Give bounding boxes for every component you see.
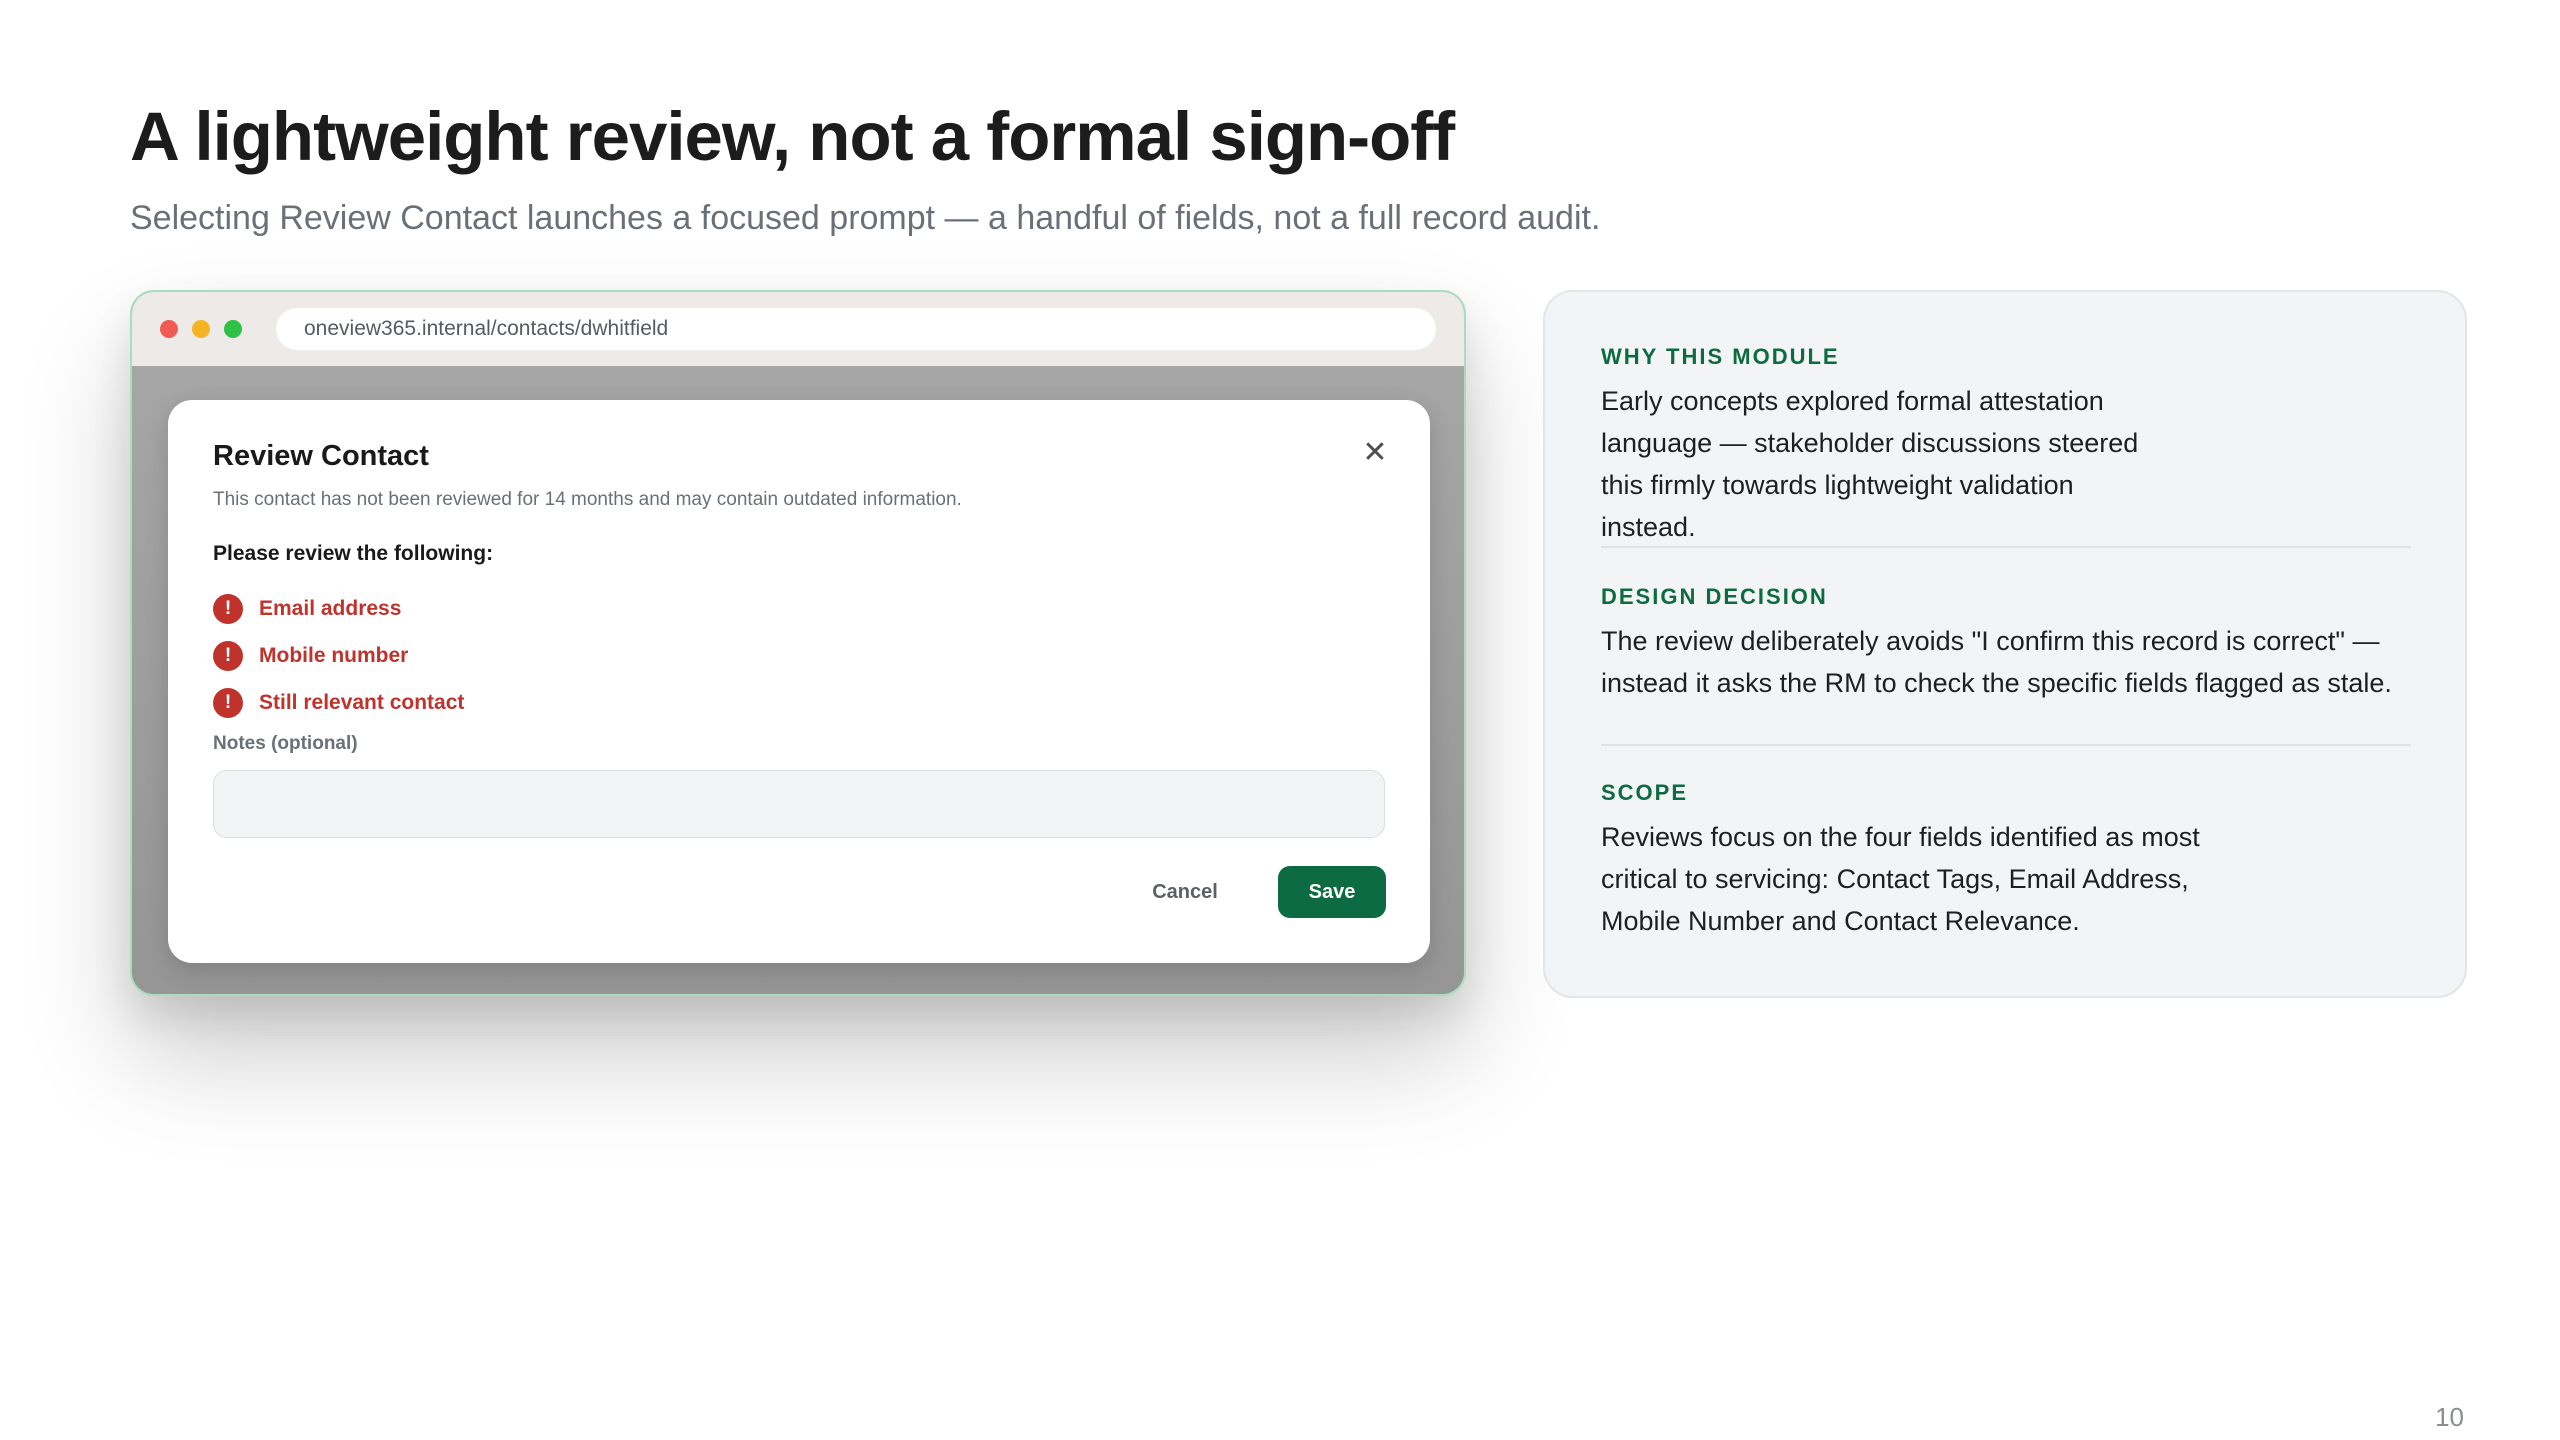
review-item-label: Mobile number bbox=[259, 643, 409, 667]
window-minimize-dot[interactable] bbox=[192, 320, 210, 338]
dialog-description: This contact has not been reviewed for 1… bbox=[213, 489, 962, 510]
review-item-label: Still relevant contact bbox=[259, 690, 465, 714]
dialog-title: Review Contact bbox=[213, 440, 429, 472]
review-item-mobile: ! Mobile number bbox=[213, 632, 464, 679]
section-body: Early concepts explored formal attestati… bbox=[1601, 386, 2139, 542]
browser-window: oneview365.internal/contacts/dwhitfield … bbox=[130, 290, 1466, 996]
notes-label: Notes (optional) bbox=[213, 733, 358, 754]
review-contact-dialog: Review Contact ✕ This contact has not be… bbox=[168, 400, 1430, 963]
divider bbox=[1601, 546, 2411, 548]
window-maximize-dot[interactable] bbox=[224, 320, 242, 338]
browser-toolbar: oneview365.internal/contacts/dwhitfield bbox=[132, 292, 1464, 366]
review-item-label: Email address bbox=[259, 596, 402, 620]
save-button[interactable]: Save bbox=[1278, 866, 1386, 918]
review-item-email: ! Email address bbox=[213, 585, 464, 632]
window-close-dot[interactable] bbox=[160, 320, 178, 338]
info-panel: WHY THIS MODULE Early concepts explored … bbox=[1543, 290, 2467, 998]
info-section-design: DESIGN DECISION The review deliberately … bbox=[1601, 584, 2411, 704]
info-section-scope: SCOPE Reviews focus on the four fields i… bbox=[1601, 780, 2411, 942]
page-title: A lightweight review, not a formal sign-… bbox=[130, 98, 1455, 175]
review-field-list: ! Email address ! Mobile number ! Still … bbox=[213, 585, 464, 726]
alert-icon: ! bbox=[213, 593, 243, 624]
notes-input[interactable] bbox=[213, 770, 1385, 838]
alert-icon: ! bbox=[213, 687, 243, 718]
cancel-button[interactable]: Cancel bbox=[1130, 866, 1240, 918]
close-icon[interactable]: ✕ bbox=[1360, 438, 1390, 468]
review-heading: Please review the following: bbox=[213, 542, 494, 565]
modal-backdrop: Review Contact ✕ This contact has not be… bbox=[132, 366, 1464, 994]
address-bar[interactable]: oneview365.internal/contacts/dwhitfield bbox=[276, 308, 1436, 350]
review-item-relevance: ! Still relevant contact bbox=[213, 679, 464, 726]
section-heading: SCOPE bbox=[1601, 780, 1689, 805]
section-heading: WHY THIS MODULE bbox=[1601, 344, 1840, 369]
info-section-why: WHY THIS MODULE Early concepts explored … bbox=[1601, 344, 2411, 548]
section-body: Reviews focus on the four fields identif… bbox=[1601, 822, 2200, 936]
page-number: 10 bbox=[2435, 1402, 2464, 1432]
divider bbox=[1601, 744, 2411, 746]
page-subtitle: Selecting Review Contact launches a focu… bbox=[130, 199, 1601, 237]
section-heading: DESIGN DECISION bbox=[1601, 584, 1828, 609]
section-body: The review deliberately avoids "I confir… bbox=[1601, 626, 2392, 698]
alert-icon: ! bbox=[213, 640, 243, 671]
